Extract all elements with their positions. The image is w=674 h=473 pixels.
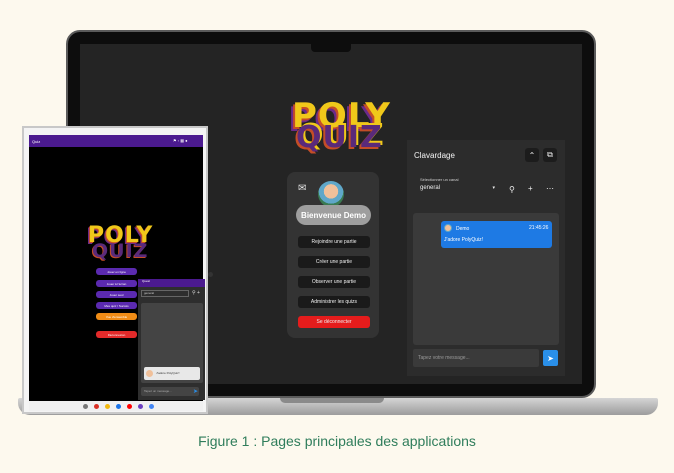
laptop-base-groove bbox=[280, 398, 384, 403]
tablet-dock-icons bbox=[83, 404, 154, 409]
chat-input[interactable]: Tapez votre message... bbox=[413, 349, 539, 367]
tablet-logout-button[interactable]: Déconnexion bbox=[96, 331, 137, 338]
chrome-icon[interactable] bbox=[105, 404, 110, 409]
channel-value: general bbox=[420, 185, 441, 191]
figure-caption: Figure 1 : Pages principales des applica… bbox=[198, 433, 476, 449]
join-game-button[interactable]: Rejoindre une partie bbox=[298, 236, 370, 248]
avatar[interactable] bbox=[318, 181, 344, 207]
tablet-side-button bbox=[208, 272, 213, 277]
tablet-message-text: J'adore PolyQuiz! bbox=[156, 371, 180, 375]
tablet-overview-button[interactable]: Vue d'ensemble bbox=[96, 313, 137, 320]
tablet-toolbar-icons[interactable]: ⚑ ▫ ▦ ● bbox=[173, 138, 188, 143]
tablet-logo-quiz: QUIZ bbox=[92, 240, 149, 262]
chevron-down-icon: ▾ bbox=[492, 185, 495, 191]
tablet-chat-placeholder: Tapez un message... bbox=[144, 389, 172, 393]
tablet-online-button[interactable]: Jouer en ligne bbox=[96, 268, 137, 275]
external-window-icon[interactable]: ⧉ bbox=[543, 148, 557, 162]
chat-title: Clavardage bbox=[414, 151, 455, 160]
youtube-icon[interactable] bbox=[127, 404, 132, 409]
tablet-chat-header-label: Quest bbox=[142, 279, 151, 283]
message-time: 21:45:26 bbox=[529, 225, 549, 231]
tablet-channel-value: general bbox=[144, 291, 155, 295]
message-author: Demo bbox=[456, 226, 470, 232]
message-avatar bbox=[444, 224, 452, 232]
create-game-button[interactable]: Créer une partie bbox=[298, 256, 370, 268]
tablet-chat-header: Quest bbox=[138, 279, 205, 287]
logout-button[interactable]: Se déconnecter bbox=[298, 316, 370, 328]
app-icon[interactable] bbox=[138, 404, 143, 409]
chevron-up-icon[interactable]: ⌃ bbox=[525, 148, 539, 162]
search-icon[interactable]: ⚲ bbox=[509, 185, 515, 194]
more-icon[interactable]: ⋯ bbox=[546, 184, 554, 193]
tablet-message-avatar bbox=[146, 370, 153, 377]
apps-icon[interactable] bbox=[83, 404, 88, 409]
welcome-button[interactable]: Bienvenue Demo bbox=[296, 205, 371, 225]
channel-select[interactable]: general ▾ bbox=[420, 183, 495, 193]
tablet-solo-button[interactable]: Jouer seul bbox=[96, 291, 137, 298]
observe-game-button[interactable]: Observer une partie bbox=[298, 276, 370, 288]
channel-caption: Sélectionner un canal bbox=[420, 177, 459, 182]
tablet-chat-input[interactable]: Tapez un message... bbox=[141, 387, 199, 396]
mail-icon[interactable]: ✉ bbox=[298, 183, 306, 194]
laptop-notch bbox=[311, 44, 351, 52]
tablet-title: Quiz bbox=[32, 139, 41, 144]
photos-icon[interactable] bbox=[116, 404, 121, 409]
tablet-channel-select[interactable]: general bbox=[141, 290, 189, 297]
tablet-screen-button[interactable]: Jouer à l'écran bbox=[96, 280, 137, 287]
info-icon[interactable] bbox=[149, 404, 154, 409]
send-icon[interactable]: ➤ bbox=[543, 350, 558, 366]
tablet-send-icon[interactable]: ➤ bbox=[193, 388, 198, 395]
plus-icon[interactable]: + bbox=[528, 184, 533, 193]
tablet-myquiz-button[interactable]: Mes quiz / Succès bbox=[96, 302, 137, 309]
tablet-chat-tools[interactable]: ⚲ + bbox=[192, 290, 200, 296]
logo-quiz: QUIZ bbox=[296, 120, 383, 155]
gmail-icon[interactable] bbox=[94, 404, 99, 409]
admin-quizzes-button[interactable]: Administrer les quizs bbox=[298, 296, 370, 308]
message-text: J'adore PolyQuiz! bbox=[444, 237, 484, 243]
